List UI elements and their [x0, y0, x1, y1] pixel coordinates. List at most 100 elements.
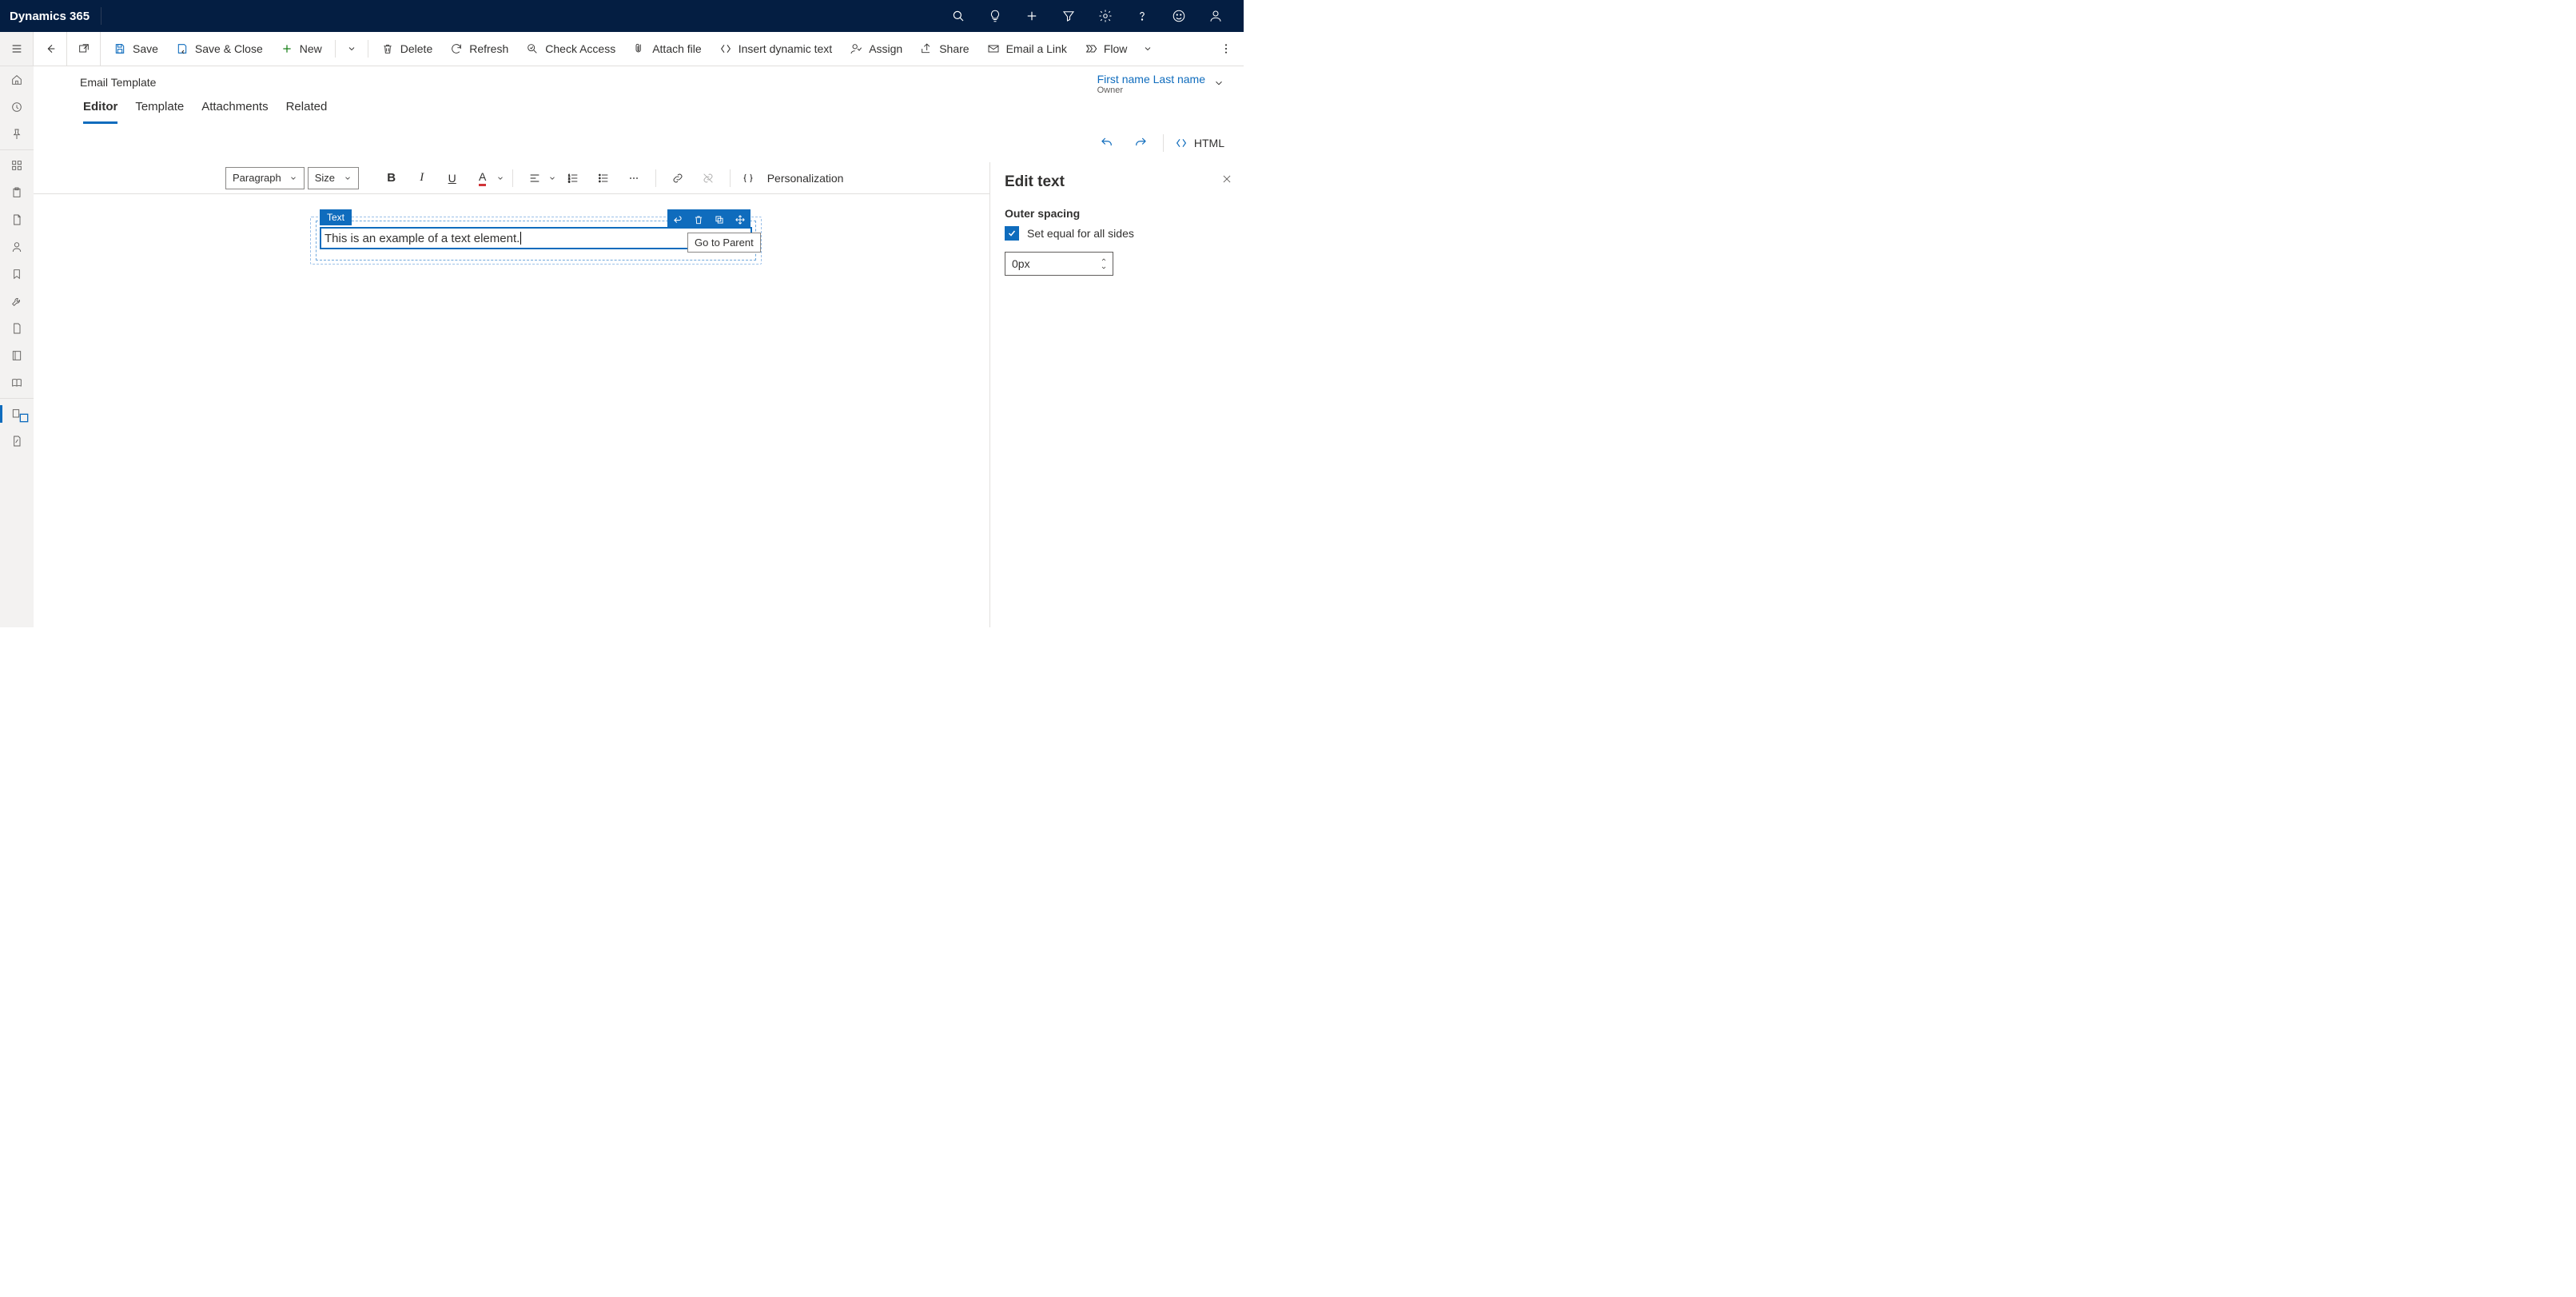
personalization-icon[interactable]	[739, 165, 758, 191]
assign-button[interactable]: Assign	[842, 34, 910, 63]
save-close-label: Save & Close	[195, 42, 263, 55]
nav-newpage-icon[interactable]	[0, 428, 34, 455]
numbered-list-button[interactable]: 123	[559, 165, 587, 191]
hamburger-button[interactable]	[0, 32, 34, 66]
checkbox-checked-icon[interactable]	[1005, 226, 1019, 241]
text-cursor	[520, 232, 521, 245]
paragraph-style-select[interactable]: Paragraph	[225, 167, 305, 189]
refresh-label: Refresh	[469, 42, 508, 55]
refresh-button[interactable]: Refresh	[442, 34, 516, 63]
owner-role: Owner	[1097, 86, 1205, 95]
email-link-label: Email a Link	[1006, 42, 1067, 55]
nav-document-icon[interactable]	[0, 206, 34, 233]
nav-templates-icon[interactable]	[0, 400, 34, 428]
check-access-button[interactable]: Check Access	[518, 34, 623, 63]
link-button[interactable]	[664, 165, 691, 191]
plus-icon[interactable]	[1013, 0, 1050, 32]
delete-button[interactable]: Delete	[373, 34, 440, 63]
properties-title: Edit text	[1005, 173, 1229, 191]
spinner-down-icon[interactable]	[1100, 264, 1108, 272]
share-button[interactable]: Share	[912, 34, 977, 63]
main-area: Email Template First name Last name Owne…	[34, 66, 1244, 627]
insert-dynamic-text-button[interactable]: Insert dynamic text	[711, 34, 841, 63]
email-link-button[interactable]: Email a Link	[979, 34, 1075, 63]
tab-editor[interactable]: Editor	[83, 100, 117, 124]
chevron-down-icon	[1213, 78, 1224, 91]
font-size-select[interactable]: Size	[308, 167, 359, 189]
tab-attachments[interactable]: Attachments	[201, 100, 268, 124]
smile-icon[interactable]	[1161, 0, 1197, 32]
gear-icon[interactable]	[1087, 0, 1124, 32]
nav-person-icon[interactable]	[0, 233, 34, 261]
save-button[interactable]: Save	[106, 34, 166, 63]
nav-pinned-icon[interactable]	[0, 121, 34, 148]
attach-file-button[interactable]: Attach file	[625, 34, 709, 63]
nav-sitemap-icon[interactable]	[0, 152, 34, 179]
go-to-parent-tooltip: Go to Parent	[687, 233, 761, 253]
flow-chevron[interactable]	[1137, 34, 1159, 63]
bold-button[interactable]: B	[378, 165, 405, 191]
nav-clipboard-icon[interactable]	[0, 179, 34, 206]
nav-home-icon[interactable]	[0, 66, 34, 93]
editor-wrap: Paragraph Size B I U A	[34, 162, 1244, 627]
command-bar: Save Save & Close New Delete Refresh Che…	[101, 32, 1244, 66]
save-close-button[interactable]: Save & Close	[168, 34, 271, 63]
font-color-button[interactable]: A	[469, 165, 504, 191]
help-icon[interactable]	[1124, 0, 1161, 32]
close-icon[interactable]	[1221, 173, 1232, 187]
equal-sides-label: Set equal for all sides	[1027, 227, 1134, 240]
more-formatting-button[interactable]	[620, 165, 647, 191]
properties-panel: Edit text Outer spacing Set equal for al…	[989, 162, 1244, 627]
align-button[interactable]	[521, 165, 556, 191]
new-button[interactable]: New	[273, 34, 330, 63]
lightbulb-icon[interactable]	[977, 0, 1013, 32]
formatting-toolbar: Paragraph Size B I U A	[34, 162, 989, 194]
underline-button[interactable]: U	[439, 165, 466, 191]
personalization-label: Personalization	[767, 172, 844, 185]
app-title: Dynamics 365	[10, 7, 102, 25]
open-new-window-button[interactable]	[67, 32, 101, 66]
editor-canvas[interactable]: Text This is an example of a text elemen…	[34, 194, 989, 627]
nav-recent-icon[interactable]	[0, 93, 34, 121]
svg-text:3: 3	[568, 179, 571, 183]
undo-button[interactable]	[1096, 132, 1118, 154]
filter-icon[interactable]	[1050, 0, 1087, 32]
separator	[512, 169, 513, 187]
nav-page-icon[interactable]	[0, 315, 34, 342]
owner-name: First name Last name	[1097, 73, 1205, 86]
italic-button[interactable]: I	[408, 165, 436, 191]
nav-book-icon[interactable]	[0, 342, 34, 369]
html-label: HTML	[1194, 137, 1224, 149]
nav-wrench-icon[interactable]	[0, 288, 34, 315]
bullet-list-button[interactable]	[590, 165, 617, 191]
overflow-button[interactable]	[1213, 34, 1239, 63]
insert-dynamic-text-label: Insert dynamic text	[739, 42, 833, 55]
nav-bookmark-icon[interactable]	[0, 261, 34, 288]
page-tabs: Editor Template Attachments Related	[83, 89, 1228, 124]
search-icon[interactable]	[940, 0, 977, 32]
back-button[interactable]	[34, 32, 67, 66]
personalization-button[interactable]: Personalization	[761, 172, 850, 185]
left-nav	[0, 66, 34, 627]
html-view-button[interactable]: HTML	[1175, 137, 1224, 149]
tab-related[interactable]: Related	[286, 100, 328, 124]
equal-sides-checkbox-row[interactable]: Set equal for all sides	[1005, 226, 1229, 241]
redo-button[interactable]	[1129, 132, 1152, 154]
spacing-spinner[interactable]: 0px	[1005, 252, 1113, 276]
global-topbar: Dynamics 365	[0, 0, 1244, 32]
font-size-value: Size	[315, 172, 335, 184]
spinner-up-icon[interactable]	[1100, 256, 1108, 264]
unlink-button[interactable]	[695, 165, 722, 191]
new-chevron[interactable]	[340, 34, 363, 63]
separator	[1163, 134, 1164, 152]
body: Email Template First name Last name Owne…	[0, 66, 1244, 627]
tab-template[interactable]: Template	[135, 100, 184, 124]
person-icon[interactable]	[1197, 0, 1234, 32]
page-header: Email Template First name Last name Owne…	[34, 66, 1244, 124]
nav-reading-icon[interactable]	[0, 369, 34, 396]
canvas-column: Paragraph Size B I U A	[34, 162, 989, 627]
flow-button[interactable]: Flow	[1077, 34, 1136, 63]
paragraph-style-value: Paragraph	[233, 172, 281, 184]
separator	[335, 40, 336, 58]
owner-selector[interactable]: First name Last name Owner	[1097, 73, 1224, 95]
